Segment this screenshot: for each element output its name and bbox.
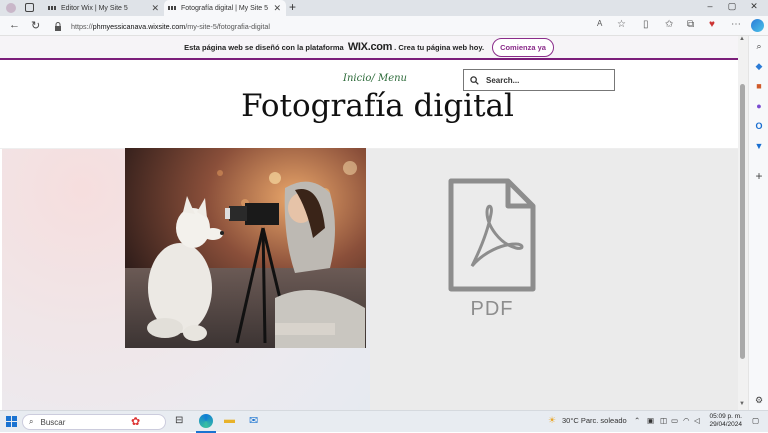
close-window-icon[interactable]: ✕	[744, 1, 764, 12]
new-tab-icon[interactable]: +	[289, 0, 296, 14]
sidebar-games-icon[interactable]: ●	[753, 100, 765, 112]
tab-editor-wix[interactable]: Editor Wix | My Site 5 ✕	[44, 0, 164, 16]
photo-illustration	[125, 148, 366, 348]
copilot-icon[interactable]	[751, 19, 764, 32]
edge-sidebar: ⌕ ◆ ■ ● O ▼ + ⚙	[748, 36, 768, 410]
taskbar-search-input[interactable]: ⌕ Buscar ✿	[22, 414, 166, 430]
start-now-button[interactable]: Comienza ya	[492, 37, 554, 57]
tray-battery-icon[interactable]: ▭	[671, 416, 678, 425]
tab-actions-icon[interactable]	[25, 3, 34, 12]
page-viewport: Esta página web se diseñó con la platafo…	[0, 36, 738, 410]
sidebar-outlook-icon[interactable]: O	[753, 120, 765, 132]
lock-icon	[55, 21, 61, 31]
wix-promo-banner: Esta página web se diseñó con la platafo…	[0, 36, 738, 60]
maximize-icon[interactable]: ▢	[722, 1, 742, 12]
windows-taskbar: ⌕ Buscar ✿ ⊟ ▬ ✉ ☀ 30°C Parc. soleado ⌃ …	[0, 410, 768, 433]
mail-icon[interactable]: ✉	[249, 414, 258, 427]
clock-time: 05:09 p. m.	[709, 413, 742, 420]
browser-tab-strip: Editor Wix | My Site 5 ✕ Fotografía digi…	[0, 0, 768, 16]
address-bar[interactable]: https://phmyessicanava.wixsite.com/my-si…	[54, 18, 634, 34]
profile-avatar[interactable]	[6, 3, 16, 13]
taskbar-search-placeholder: Buscar	[40, 417, 66, 427]
favorites-icon[interactable]: ✩	[665, 19, 673, 30]
browser-essentials-icon[interactable]: ♥	[709, 19, 715, 30]
sidebar-shopping-icon[interactable]: ◆	[753, 60, 765, 72]
tab-fotografia-digital[interactable]: Fotografía digital | My Site 5 ✕	[164, 0, 286, 16]
weather-icon: ☀	[548, 415, 557, 425]
pdf-file-icon	[448, 178, 536, 292]
pdf-label: PDF	[470, 298, 514, 320]
banner-text-after: . Crea tu página web hoy.	[394, 42, 485, 52]
search-placeholder: Search...	[486, 75, 520, 85]
sidebar-send-icon[interactable]: ▼	[753, 140, 765, 152]
clock-date: 29/04/2024	[709, 421, 742, 428]
scroll-thumb[interactable]	[740, 84, 745, 359]
close-tab-icon[interactable]: ✕	[273, 3, 281, 14]
wix-logo: WIX.com	[347, 41, 393, 53]
banner-text: Esta página web se diseñó con la platafo…	[184, 42, 344, 52]
photographer-with-dog-image[interactable]	[125, 148, 366, 348]
minimize-icon[interactable]: –	[700, 1, 720, 11]
more-menu-icon[interactable]: ⋯	[731, 19, 741, 30]
refresh-icon[interactable]: ↻	[31, 19, 40, 32]
page-scrollbar[interactable]: ▲ ▼	[738, 36, 748, 410]
wix-favicon-icon	[48, 5, 56, 11]
sidebar-settings-icon[interactable]: ⚙	[753, 394, 765, 406]
wifi-icon[interactable]: ◠	[683, 416, 690, 425]
system-clock[interactable]: 05:09 p. m. 29/04/2024	[706, 413, 742, 429]
read-aloud-icon[interactable]: A	[597, 19, 602, 28]
site-nav-menu[interactable]: Inicio/ Menu	[343, 73, 407, 84]
weather-text[interactable]: 30°C Parc. soleado	[562, 416, 627, 425]
collections-icon[interactable]: ⧉	[687, 19, 694, 30]
url-prefix: https://	[71, 21, 93, 31]
search-icon	[470, 75, 479, 85]
wix-favicon-icon	[168, 5, 176, 11]
tab-title: Editor Wix | My Site 5	[61, 4, 128, 12]
url-domain: phmyessicanava.wixsite.com	[92, 21, 186, 31]
volume-icon[interactable]: ◁	[694, 416, 700, 425]
tray-overflow-icon[interactable]: ⌃	[634, 416, 640, 425]
file-explorer-icon[interactable]: ▬	[224, 414, 235, 426]
right-content-strip	[370, 149, 738, 410]
back-icon[interactable]: ←	[9, 19, 20, 31]
address-toolbar: ← ↻ https://phmyessicanava.wixsite.com/m…	[0, 16, 768, 36]
search-icon: ⌕	[29, 417, 34, 426]
sidebar-add-icon[interactable]: +	[753, 170, 765, 182]
sidebar-tools-icon[interactable]: ■	[753, 80, 765, 92]
page-title: Fotografía digital	[241, 88, 514, 124]
search-highlight-icon: ✿	[131, 416, 141, 428]
scroll-down-icon[interactable]: ▼	[739, 401, 745, 407]
split-screen-icon[interactable]: ▯	[643, 19, 649, 30]
pdf-document[interactable]: PDF	[446, 178, 538, 324]
scroll-up-icon[interactable]: ▲	[739, 36, 745, 42]
notifications-icon[interactable]: ▢	[752, 416, 759, 425]
windows-start-icon[interactable]	[6, 416, 17, 427]
tray-network-icon[interactable]: ◫	[660, 416, 667, 425]
task-view-icon[interactable]: ⊟	[175, 415, 183, 426]
close-tab-icon[interactable]: ✕	[151, 3, 159, 14]
tray-app-icon[interactable]: ▣	[647, 416, 654, 425]
tab-title: Fotografía digital | My Site 5	[181, 4, 269, 12]
sidebar-search-icon[interactable]: ⌕	[753, 40, 765, 52]
url-path: /my-site-5/fotografia-digital	[185, 21, 270, 31]
favorite-star-icon[interactable]: ☆	[617, 19, 626, 30]
edge-taskbar-icon[interactable]	[199, 414, 213, 428]
